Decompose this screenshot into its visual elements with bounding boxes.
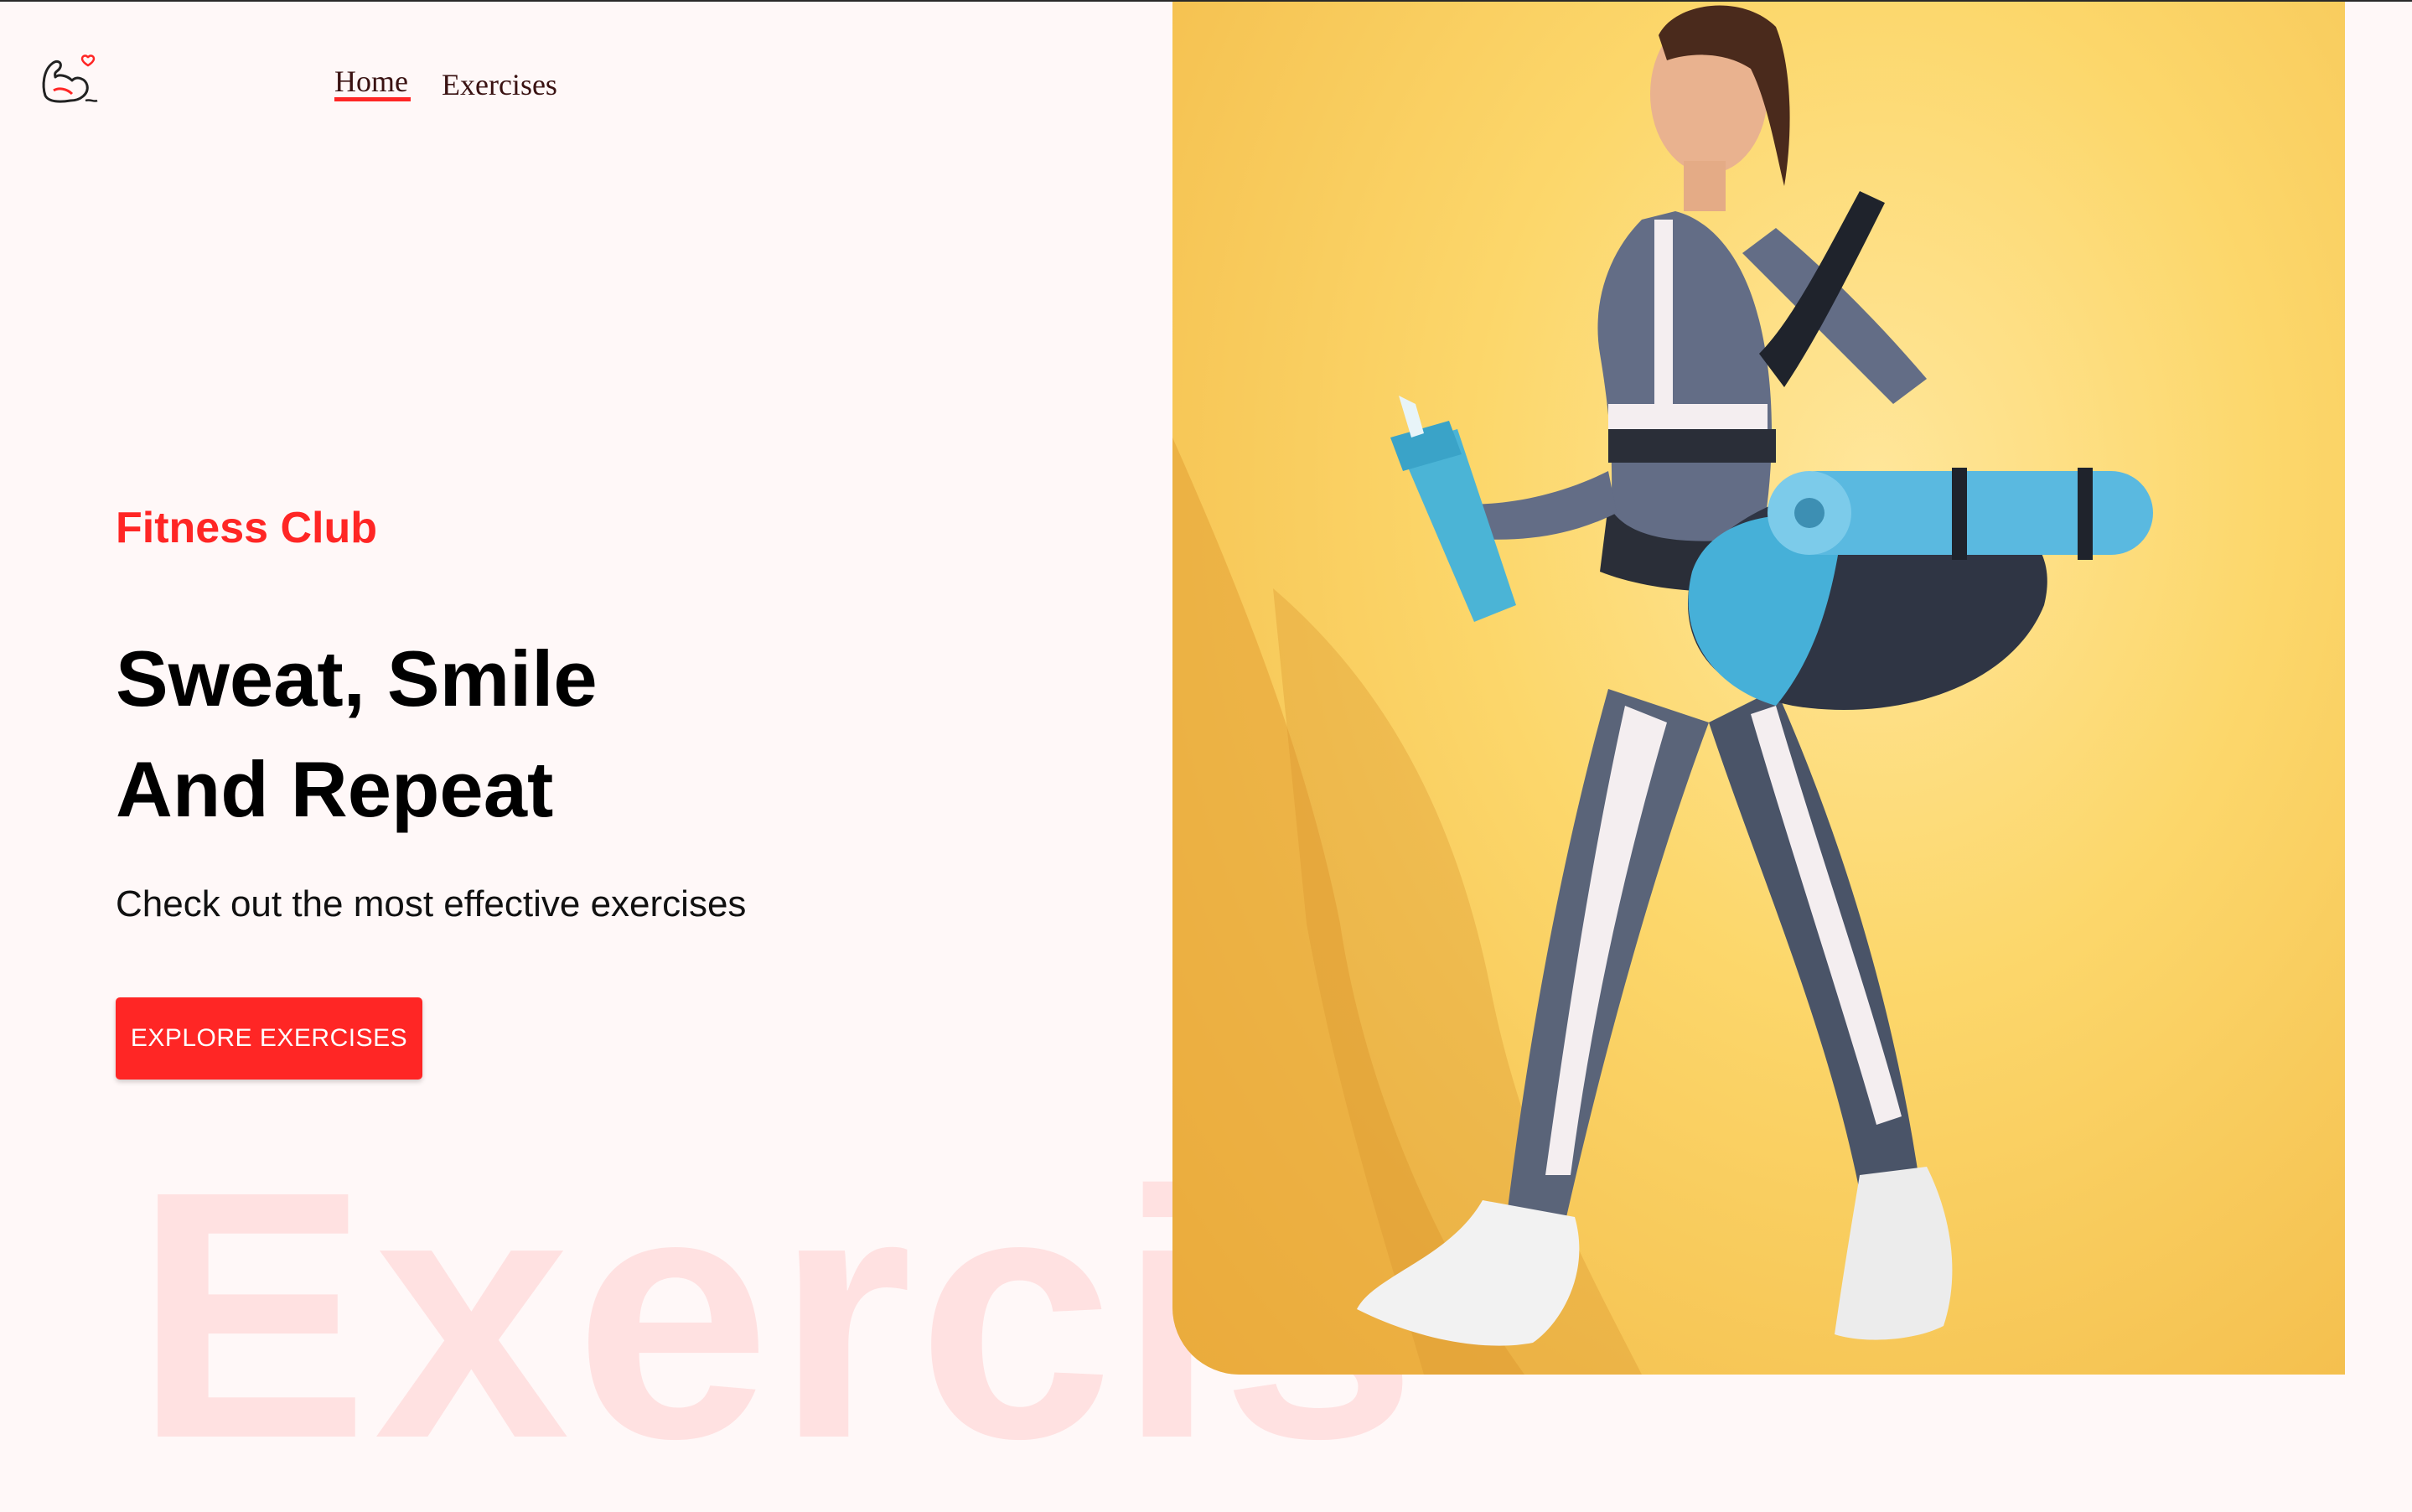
- hero-banner-image: [1172, 2, 2345, 1375]
- hero-title-line2: And Repeat: [116, 745, 554, 833]
- hero-subtitle: Fitness Club: [116, 504, 378, 552]
- nav-link-home[interactable]: Home: [334, 64, 408, 99]
- active-link-underline: [334, 97, 411, 101]
- nav-link-exercises[interactable]: Exercises: [442, 67, 557, 102]
- hero-title: Sweat, Smile And Repeat: [116, 624, 598, 845]
- hero-description: Check out the most effective exercises: [116, 883, 747, 924]
- explore-exercises-button[interactable]: EXPLORE EXERCISES: [116, 997, 422, 1080]
- flexed-arm-heart-icon[interactable]: [39, 52, 101, 107]
- hero-title-line1: Sweat, Smile: [116, 634, 598, 722]
